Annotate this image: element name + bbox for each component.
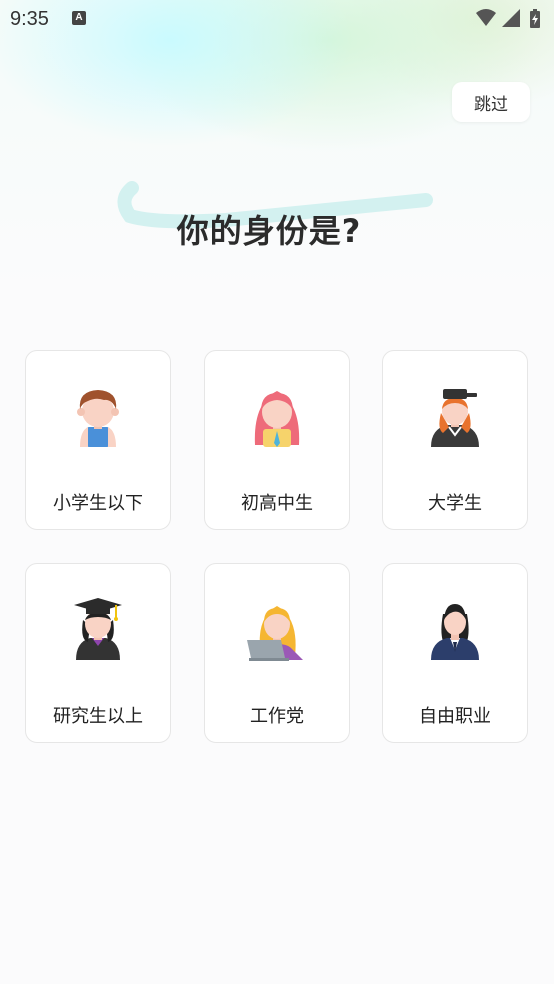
middle-school-student-icon <box>254 391 300 447</box>
office-worker-icon <box>247 606 303 661</box>
status-time: 9:35 <box>10 8 49 30</box>
identity-card-freelancer[interactable]: 自由职业 <box>382 563 528 743</box>
graduate-icon <box>74 598 122 660</box>
identity-label: 研究生以上 <box>53 706 143 727</box>
wifi-icon <box>476 9 496 26</box>
identity-card-college[interactable]: 大学生 <box>382 350 528 530</box>
identity-card-elementary[interactable]: 小学生以下 <box>25 350 171 530</box>
identity-label: 工作党 <box>250 706 304 727</box>
status-bar: 9:35 A <box>0 0 554 38</box>
battery-icon <box>530 9 540 28</box>
page-title: 你的身份是? <box>176 212 362 250</box>
identity-label: 小学生以下 <box>53 493 143 514</box>
identity-card-middle-school[interactable]: 初高中生 <box>204 350 350 530</box>
skip-button[interactable]: 跳过 <box>452 82 530 122</box>
notification-icon: A <box>72 11 86 25</box>
identity-card-graduate[interactable]: 研究生以上 <box>25 563 171 743</box>
elementary-student-icon <box>77 390 119 447</box>
identity-label: 初高中生 <box>241 493 313 514</box>
identity-label: 大学生 <box>428 493 482 514</box>
identity-card-office-worker[interactable]: 工作党 <box>204 563 350 743</box>
freelancer-icon <box>431 604 479 660</box>
college-student-icon <box>431 389 479 447</box>
signal-icon <box>502 9 520 27</box>
status-icons <box>474 7 546 36</box>
identity-label: 自由职业 <box>419 706 491 727</box>
